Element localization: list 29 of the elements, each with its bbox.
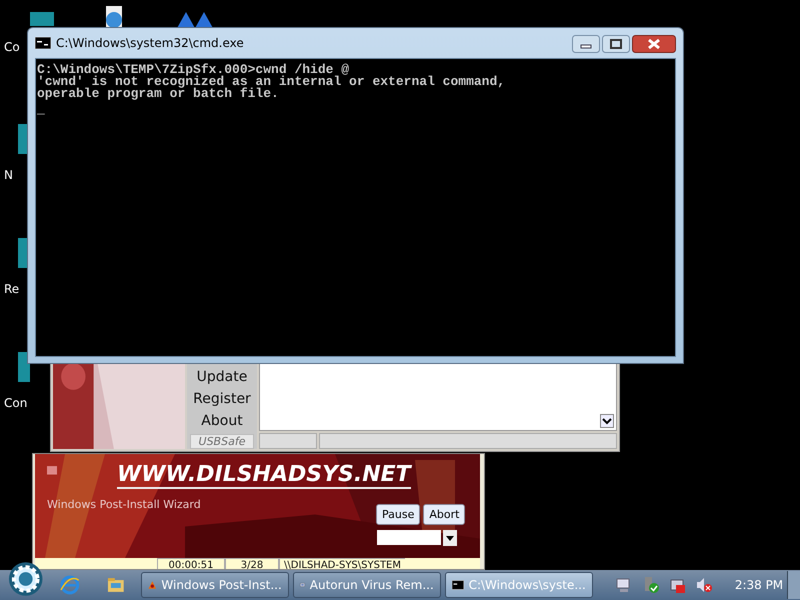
wizard-button[interactable]: Pause — [376, 504, 420, 525]
desktop-icon[interactable] — [18, 352, 30, 382]
close-button[interactable] — [632, 35, 676, 53]
clock[interactable]: 2:38 PM — [734, 578, 784, 592]
side-menu-button[interactable]: Update — [196, 366, 248, 388]
show-desktop-button[interactable] — [787, 571, 800, 599]
desktop-icon-label: Con — [4, 396, 28, 410]
console-icon — [35, 37, 51, 49]
status-cell — [259, 433, 317, 449]
banner-text: WWW.DILSHADSYS.NET — [117, 462, 411, 489]
window-title: C:\Windows\system32\cmd.exe — [56, 36, 244, 50]
combo-box[interactable] — [377, 530, 457, 546]
minimize-button[interactable] — [572, 35, 600, 53]
usbsafe-label: USBSafe — [190, 434, 254, 449]
maximize-button[interactable] — [602, 35, 630, 53]
console-cursor: _ — [37, 104, 45, 116]
wizard-button[interactable]: Abort — [423, 504, 466, 525]
desktop-icon-label: Re — [4, 282, 20, 296]
desktop-icon-label: N — [4, 168, 13, 182]
console-line: 'cwnd' is not recognized as an internal or external command, — [37, 76, 506, 88]
console-line: C:\Windows\TEMP\7ZipSfx.000>cwnd /hide @ — [37, 64, 350, 76]
desktop-icon-label: Co — [4, 40, 20, 54]
console-icon — [452, 579, 464, 591]
side-menu-button[interactable]: Register — [193, 388, 251, 410]
side-menu-button[interactable]: About — [201, 410, 243, 432]
watermark-text: Windows Post-Install Wizard — [47, 498, 201, 511]
volume-muted-icon[interactable] — [694, 576, 713, 594]
browser-icon[interactable] — [59, 574, 82, 596]
console-line: operable program or batch file. — [37, 88, 279, 100]
